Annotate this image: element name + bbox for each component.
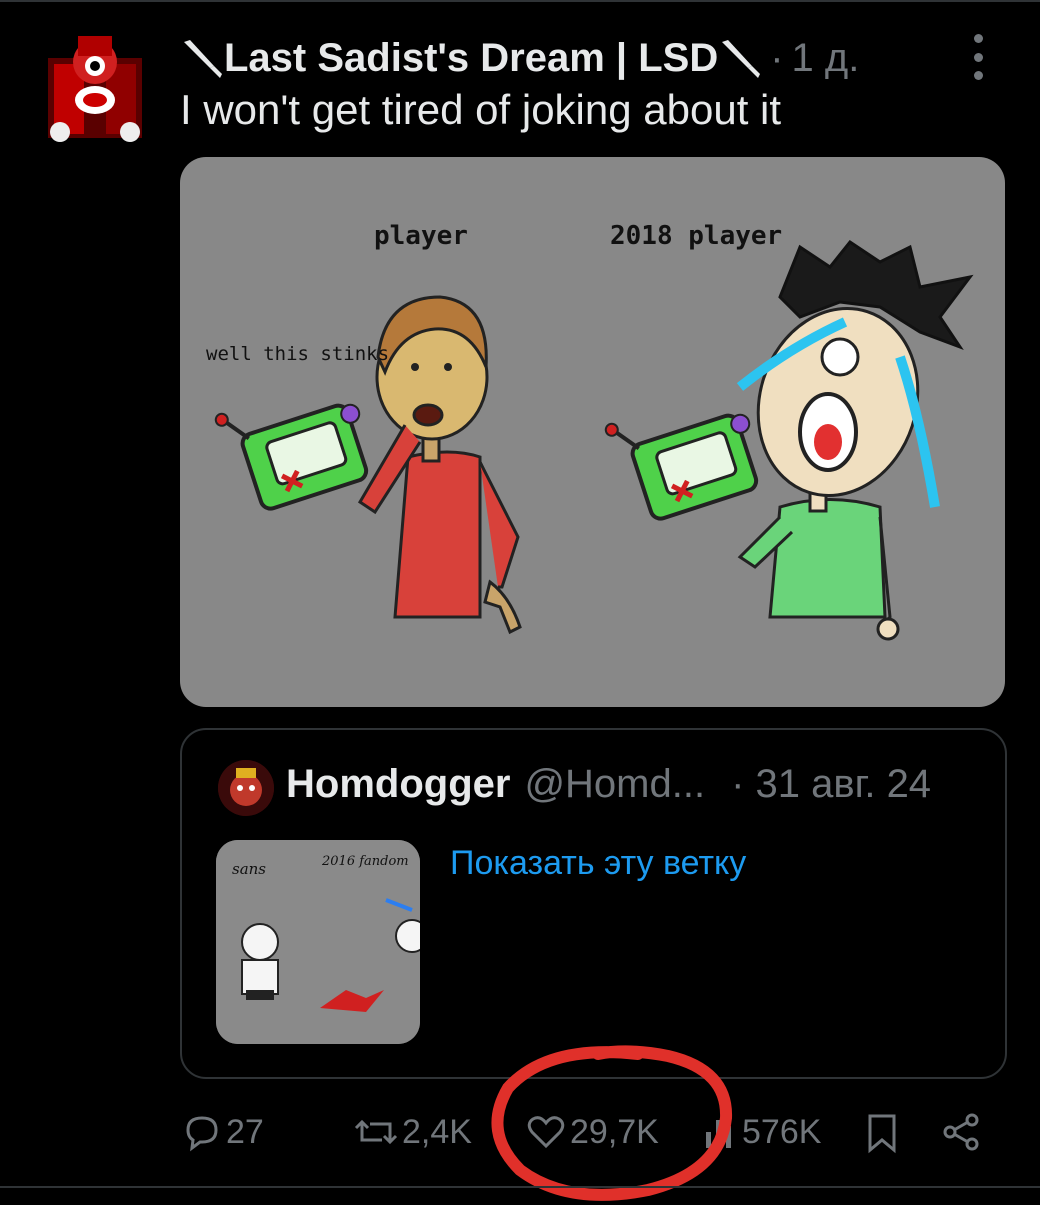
- quoted-thumb-label-sans: sans: [232, 860, 266, 878]
- repost-icon: [354, 1119, 398, 1145]
- author-avatar[interactable]: [40, 28, 150, 148]
- comic-label-player: player: [374, 221, 468, 251]
- author-name-group[interactable]: Last Sadist's Dream | LSD: [180, 36, 762, 81]
- tweet-header: Last Sadist's Dream | LSD · 1 д.: [180, 28, 1000, 88]
- repost-count: 2,4K: [402, 1112, 472, 1151]
- comic-label-2018-player: 2018 player: [610, 221, 783, 251]
- reply-icon: [186, 1116, 218, 1152]
- bookmark-icon: [868, 1114, 896, 1154]
- reply-button[interactable]: 27: [180, 1100, 264, 1164]
- reply-count: 27: [226, 1112, 264, 1151]
- tweet-text: I won't get tired of joking about it: [180, 86, 782, 133]
- quoted-author-avatar[interactable]: [218, 760, 274, 816]
- bottom-divider: [0, 1186, 1040, 1188]
- more-icon[interactable]: [968, 34, 988, 80]
- knife-icon: [722, 40, 761, 78]
- quoted-author-name[interactable]: Homdogger: [286, 762, 510, 807]
- quoted-author-handle[interactable]: @Homd...: [524, 762, 705, 807]
- quoted-media-thumbnail[interactable]: sans 2016 fandom: [216, 840, 420, 1044]
- separator-dot: ·: [770, 35, 784, 80]
- show-thread-link[interactable]: Показать эту ветку: [450, 844, 746, 883]
- comic-illustration: [214, 239, 974, 641]
- comic-label-stinks: well this stinks: [206, 343, 390, 365]
- tweet-media-image[interactable]: player 2018 player well this stinks: [180, 157, 1005, 707]
- views-count: 576K: [742, 1112, 822, 1151]
- post-time[interactable]: 1 д.: [792, 36, 860, 81]
- knife-icon: [184, 40, 222, 78]
- author-name[interactable]: Last Sadist's Dream | LSD: [224, 36, 718, 81]
- quoted-post-date: · 31 авг. 24: [731, 762, 932, 806]
- quoted-tweet-card[interactable]: Homdogger @Homd... · 31 авг. 24 sans 201…: [180, 728, 1007, 1079]
- bookmark-button[interactable]: [860, 1100, 904, 1164]
- top-divider: [0, 0, 1040, 2]
- quoted-thumb-label-fandom: 2016 fandom: [322, 854, 409, 869]
- red-circle-annotation: [491, 1045, 733, 1201]
- crying-player-character: [604, 239, 974, 641]
- quoted-tweet-header: Homdogger @Homd... · 31 авг. 24: [286, 762, 931, 807]
- repost-button[interactable]: 2,4K: [352, 1100, 472, 1164]
- share-button[interactable]: [940, 1100, 984, 1164]
- share-icon: [943, 1113, 979, 1151]
